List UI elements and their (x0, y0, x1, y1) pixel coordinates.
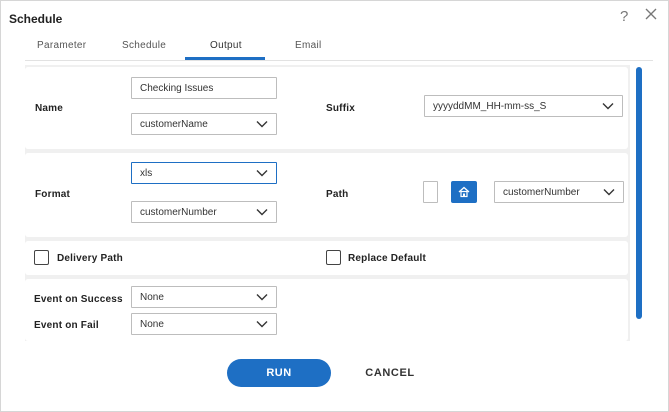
events-card: Event on Success None Event on Fail None (25, 279, 628, 341)
event-success-dropdown[interactable]: None (131, 286, 277, 308)
chevron-down-icon (602, 103, 614, 110)
event-fail-label: Event on Fail (34, 320, 99, 331)
close-icon[interactable] (644, 7, 658, 21)
active-tab-indicator (185, 57, 265, 60)
name-field-dropdown-value: customerName (140, 119, 208, 130)
schedule-dialog: Schedule ? Parameter Schedule Output Ema… (0, 0, 669, 412)
format-path-card: Format xls customerNumber Path customerN… (25, 153, 628, 237)
chevron-down-icon (256, 170, 268, 177)
delivery-path-label: Delivery Path (57, 253, 123, 264)
suffix-dropdown-value: yyyyddMM_HH-mm-ss_S (433, 101, 547, 112)
scrollbar-thumb[interactable] (636, 67, 642, 319)
options-card: Delivery Path Replace Default (25, 241, 628, 275)
path-label: Path (326, 189, 349, 200)
event-fail-dropdown[interactable]: None (131, 313, 277, 335)
output-settings-panel: Name Checking Issues customerName Suffix… (25, 65, 630, 341)
replace-default-checkbox[interactable] (326, 250, 341, 265)
dialog-title: Schedule (9, 12, 63, 26)
format-dropdown[interactable]: xls (131, 162, 277, 184)
home-path-button[interactable] (451, 181, 477, 203)
path-field-dropdown-value: customerNumber (503, 187, 580, 198)
cancel-button[interactable]: CANCEL (357, 359, 423, 387)
tab-output[interactable]: Output (210, 40, 242, 51)
path-field-dropdown[interactable]: customerNumber (494, 181, 624, 203)
chevron-down-icon (256, 321, 268, 328)
run-button[interactable]: RUN (227, 359, 331, 387)
name-label: Name (35, 103, 64, 114)
name-input-value: Checking Issues (140, 83, 214, 94)
suffix-label: Suffix (326, 103, 355, 114)
chevron-down-icon (256, 294, 268, 301)
tab-email[interactable]: Email (295, 40, 322, 51)
event-success-label: Event on Success (34, 294, 123, 305)
format-label: Format (35, 189, 71, 200)
format-dropdown-value: xls (140, 168, 153, 179)
home-icon (458, 186, 470, 198)
replace-default-label: Replace Default (348, 253, 427, 264)
path-input[interactable] (423, 181, 438, 203)
chevron-down-icon (603, 189, 615, 196)
event-success-dropdown-value: None (140, 292, 164, 303)
delivery-path-checkbox[interactable] (34, 250, 49, 265)
chevron-down-icon (256, 121, 268, 128)
chevron-down-icon (256, 209, 268, 216)
name-suffix-card: Name Checking Issues customerName Suffix… (25, 67, 628, 149)
name-field-dropdown[interactable]: customerName (131, 113, 277, 135)
suffix-dropdown[interactable]: yyyyddMM_HH-mm-ss_S (424, 95, 623, 117)
tab-parameter[interactable]: Parameter (37, 40, 86, 51)
help-icon[interactable]: ? (620, 8, 628, 25)
dialog-titlebar: Schedule ? (1, 1, 668, 35)
event-fail-dropdown-value: None (140, 319, 164, 330)
tab-schedule[interactable]: Schedule (122, 40, 166, 51)
format-field-dropdown[interactable]: customerNumber (131, 201, 277, 223)
format-field-dropdown-value: customerNumber (140, 207, 217, 218)
name-input[interactable]: Checking Issues (131, 77, 277, 99)
tab-bar: Parameter Schedule Output Email (25, 35, 653, 61)
